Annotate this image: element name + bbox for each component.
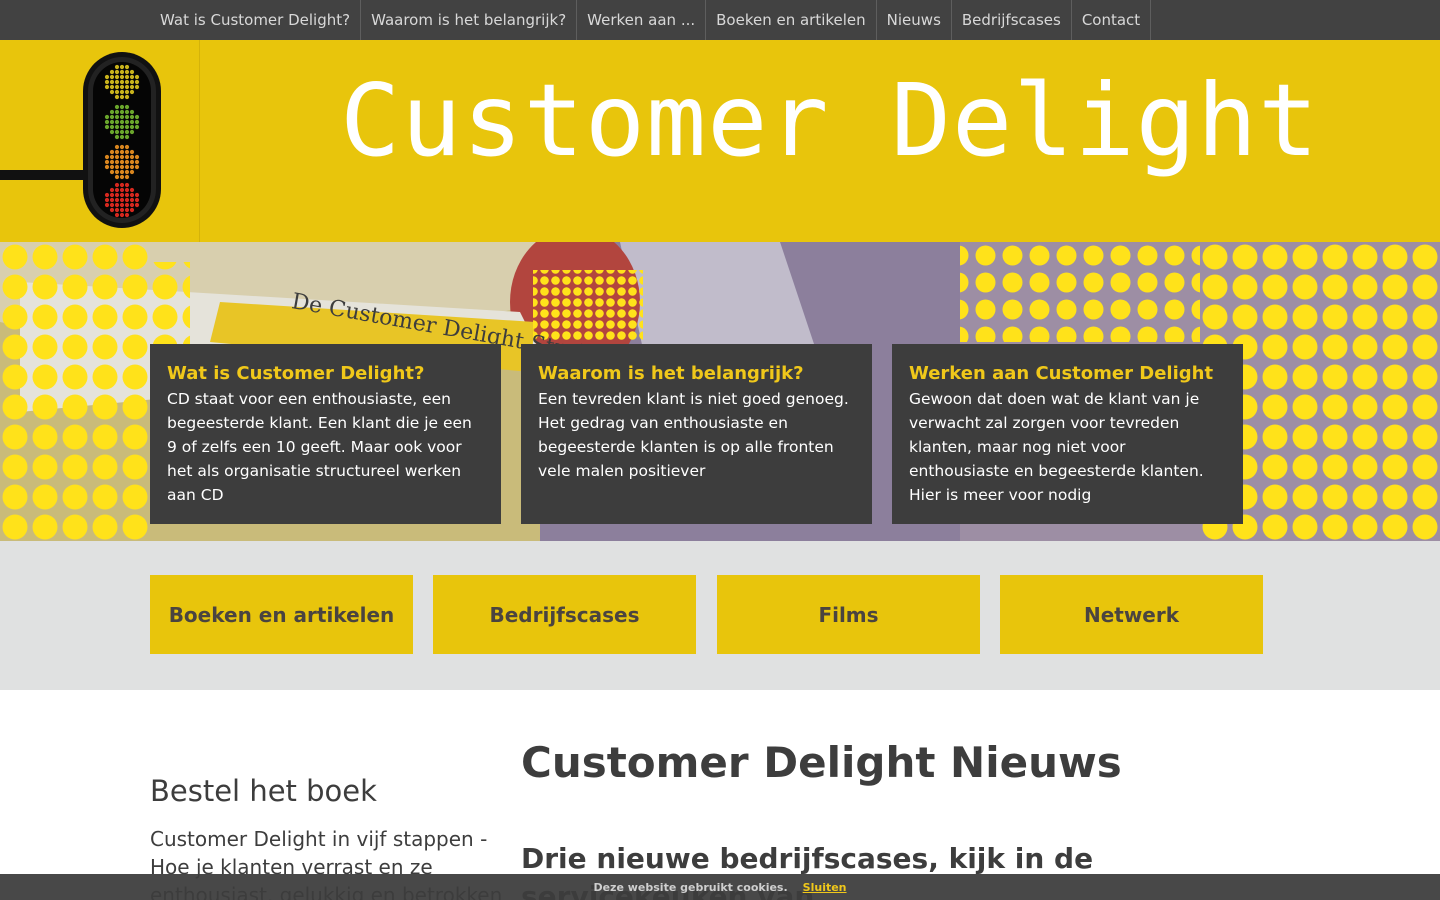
nav-menu: Wat is Customer Delight? Waarom is het b…	[150, 0, 1152, 40]
hero-card-text: CD staat voor een enthousiaste, een bege…	[167, 390, 472, 504]
logo-link[interactable]	[0, 40, 200, 242]
nav-item-contact[interactable]: Contact	[1072, 0, 1152, 40]
tile-bedrijfscases[interactable]: Bedrijfscases	[433, 575, 696, 654]
hero-card-wat-is[interactable]: Wat is Customer Delight? CD staat voor e…	[150, 344, 501, 524]
tile-netwerk[interactable]: Netwerk	[1000, 575, 1263, 654]
cookie-close-link[interactable]: Sluiten	[803, 881, 847, 894]
hero-card-title: Werken aan Customer Delight	[909, 363, 1214, 384]
tile-boeken-en-artikelen[interactable]: Boeken en artikelen	[150, 575, 413, 654]
hero-card-text: Een tevreden klant is niet goed genoeg. …	[538, 390, 849, 480]
nav-item-werken-aan[interactable]: Werken aan ...	[577, 0, 707, 40]
site-header: Customer Delight	[0, 40, 1440, 242]
nav-item-bedrijfscases[interactable]: Bedrijfscases	[952, 0, 1072, 40]
hero-card-waarom[interactable]: Waarom is het belangrijk? Een tevreden k…	[521, 344, 872, 524]
hero-banner: De Customer Delight Strategie Wat is Cus…	[0, 242, 1440, 541]
nav-item-boeken[interactable]: Boeken en artikelen	[706, 0, 877, 40]
tile-films[interactable]: Films	[717, 575, 980, 654]
nav-item-wat-is[interactable]: Wat is Customer Delight?	[150, 0, 362, 40]
traffic-light-icon	[0, 52, 161, 228]
hero-card-title: Wat is Customer Delight?	[167, 363, 425, 384]
hero-card-werken-aan[interactable]: Werken aan Customer Delight Gewoon dat d…	[892, 344, 1243, 524]
feature-tiles: Boeken en artikelen Bedrijfscases Films …	[0, 541, 1440, 690]
sidebar-title: Bestel het boek	[150, 774, 377, 808]
nav-item-nieuws[interactable]: Nieuws	[877, 0, 952, 40]
cookie-text: Deze website gebruikt cookies.	[593, 880, 788, 894]
cookie-bar: Deze website gebruikt cookies. Sluiten	[0, 874, 1440, 900]
page-title: Customer Delight Nieuws	[521, 738, 1122, 787]
top-navigation: Wat is Customer Delight? Waarom is het b…	[0, 0, 1440, 40]
hero-card-text: Gewoon dat doen wat de klant van je verw…	[909, 390, 1204, 504]
nav-item-waarom[interactable]: Waarom is het belangrijk?	[361, 0, 578, 40]
hero-card-title: Waarom is het belangrijk?	[538, 363, 804, 384]
site-title: Customer Delight	[340, 62, 1320, 179]
